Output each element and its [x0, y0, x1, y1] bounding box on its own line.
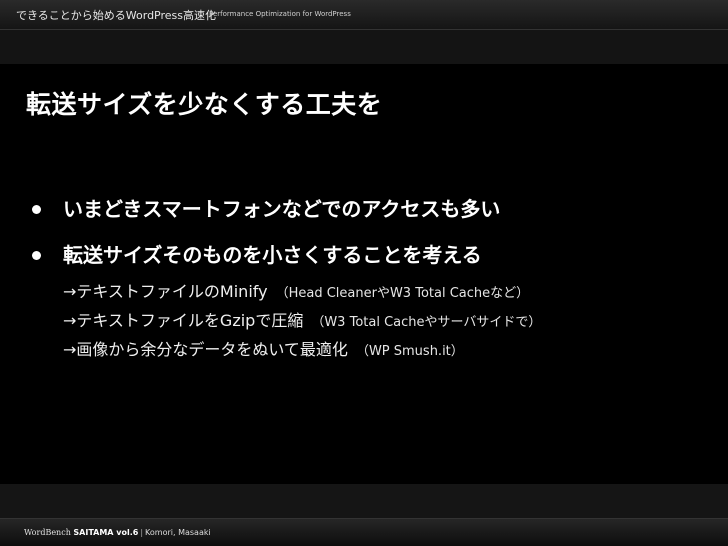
sub-item-list: →テキストファイルのMinify （Head CleanerやW3 Total C…	[30, 278, 710, 365]
footer-event: SAITAMA vol.6	[73, 528, 139, 537]
sub-item-text: →テキストファイルのMinify	[63, 282, 268, 301]
header-band	[0, 30, 728, 64]
footer-band	[0, 484, 728, 518]
sub-item-text: →テキストファイルをGzipで圧縮	[63, 311, 304, 330]
sub-item-note: （W3 Total Cacheやサーバサイドで）	[311, 315, 542, 330]
sub-item-note: （WP Smush.it）	[355, 344, 464, 359]
bullet-dot-icon	[32, 205, 41, 214]
footer-bar: WordBench SAITAMA vol.6 | Komori, Masaaki	[0, 518, 728, 546]
bullet-dot-icon	[32, 251, 41, 260]
header-title: できることから始めるWordPress高速化	[16, 9, 217, 22]
footer-author: Komori, Masaaki	[145, 528, 211, 537]
sub-item: →テキストファイルのMinify （Head CleanerやW3 Total C…	[63, 278, 710, 307]
footer-separator: |	[140, 528, 144, 537]
top-header-bar: できることから始めるWordPress高速化 Performance Optim…	[0, 0, 728, 30]
sub-item-text: →画像から余分なデータをぬいて最適化	[63, 340, 348, 359]
bullet-item: 転送サイズそのものを小さくすることを考える	[30, 242, 710, 268]
slide-title: 転送サイズを少なくする工夫を	[26, 90, 383, 119]
footer-brand: WordBench	[24, 528, 71, 537]
sub-item: →画像から余分なデータをぬいて最適化 （WP Smush.it）	[63, 336, 710, 365]
sub-item: →テキストファイルをGzipで圧縮 （W3 Total Cacheやサーバサイドで…	[63, 307, 710, 336]
bullet-text: いまどきスマートフォンなどでのアクセスも多い	[63, 197, 501, 221]
footer-credit: WordBench SAITAMA vol.6 | Komori, Masaaki	[24, 528, 211, 537]
bullet-text: 転送サイズそのものを小さくすることを考える	[63, 243, 482, 267]
bullet-list: いまどきスマートフォンなどでのアクセスも多い 転送サイズそのものを小さくすること…	[30, 196, 710, 365]
bullet-item: いまどきスマートフォンなどでのアクセスも多い	[30, 196, 710, 222]
sub-item-note: （Head CleanerやW3 Total Cacheなど）	[275, 286, 530, 301]
header-subtitle: Performance Optimization for WordPress	[209, 10, 351, 18]
